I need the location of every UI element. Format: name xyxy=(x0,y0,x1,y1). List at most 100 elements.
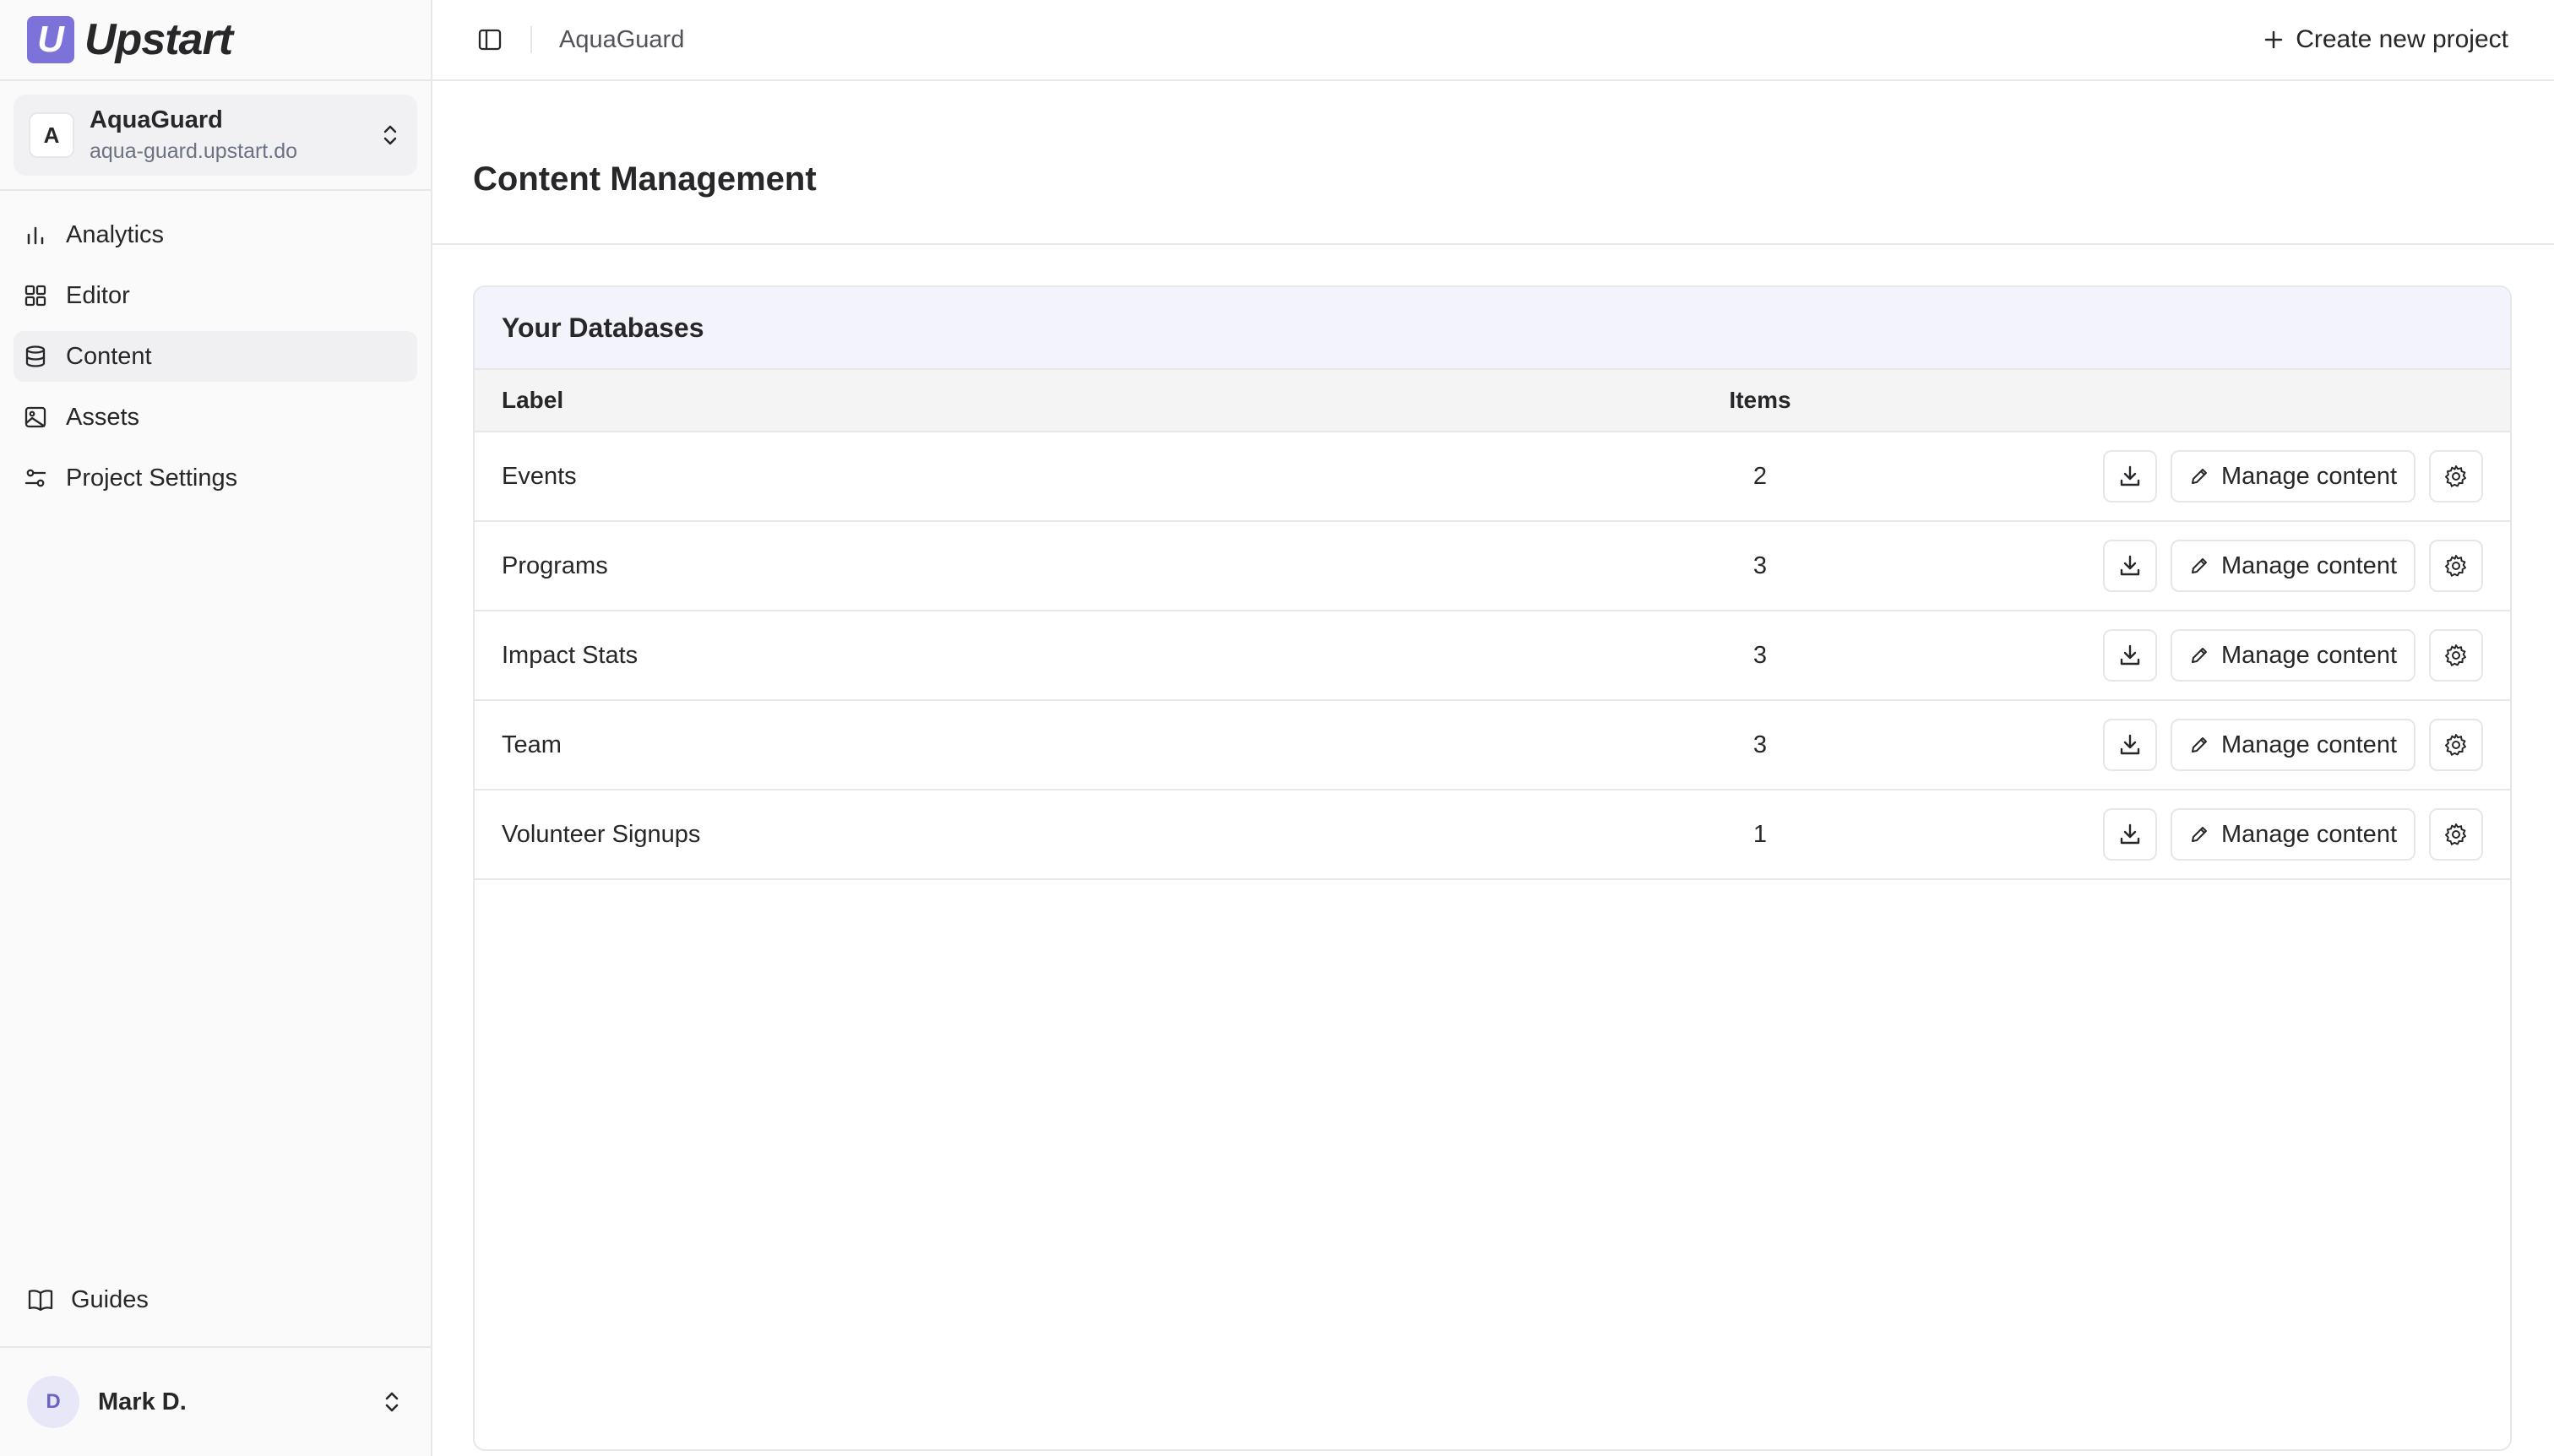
database-item-count: 3 xyxy=(1752,551,1768,579)
project-url: aqua-guard.upstart.do xyxy=(90,139,298,163)
download-button[interactable] xyxy=(2103,808,2158,861)
project-info: AquaGuard aqua-guard.upstart.do xyxy=(90,106,363,164)
chevrons-up-down-icon xyxy=(378,120,402,150)
manage-content-label: Manage content xyxy=(2221,551,2397,579)
gear-icon xyxy=(2445,465,2466,487)
guides-link[interactable]: Guides xyxy=(0,1272,431,1328)
sidebar-item-content[interactable]: Content xyxy=(14,331,417,382)
row-actions: Manage content xyxy=(1954,629,2483,682)
pencil-icon xyxy=(2192,737,2208,752)
sidebar-item-label: Analytics xyxy=(66,220,165,248)
database-item-count: 3 xyxy=(1752,641,1768,669)
download-button[interactable] xyxy=(2103,540,2158,592)
database-label: Team xyxy=(502,731,562,758)
column-header-items: Items xyxy=(1729,387,1791,413)
download-icon xyxy=(2120,734,2140,755)
download-icon xyxy=(2120,644,2140,666)
sidebar-item-label: Content xyxy=(66,342,152,370)
main-content: AquaGuard Create new project Content Man… xyxy=(432,0,2554,1456)
download-button[interactable] xyxy=(2103,719,2158,771)
guides-label: Guides xyxy=(71,1285,149,1313)
gear-icon xyxy=(2445,823,2466,845)
sidebar-item-label: Editor xyxy=(66,281,130,309)
sidebar-toggle-button[interactable] xyxy=(466,16,514,63)
logo-mark: U xyxy=(27,16,74,63)
pencil-icon xyxy=(2192,558,2208,573)
divider xyxy=(0,79,431,81)
logo-text: Upstart xyxy=(84,15,233,64)
download-icon xyxy=(2120,555,2140,576)
database-label: Impact Stats xyxy=(502,641,638,669)
databases-card-title: Your Databases xyxy=(502,312,704,343)
databases-card-header: Your Databases xyxy=(475,287,2510,370)
database-settings-button[interactable] xyxy=(2429,540,2483,592)
gear-icon xyxy=(2445,734,2466,756)
sidebar-item-label: Project Settings xyxy=(66,464,238,492)
pencil-icon xyxy=(2192,648,2208,663)
table-row: Volunteer Signups 1 Manage content xyxy=(475,790,2510,880)
panel-left-icon xyxy=(478,29,502,51)
app: U Upstart A AquaGuard aqua-guard.upstart… xyxy=(0,0,2554,1456)
row-actions: Manage content xyxy=(1954,450,2483,503)
chevrons-up-down-icon xyxy=(380,1387,404,1417)
gear-icon xyxy=(2445,555,2466,577)
project-switcher[interactable]: A AquaGuard aqua-guard.upstart.do xyxy=(14,95,417,176)
manage-content-button[interactable]: Manage content xyxy=(2171,808,2415,861)
table-header: Label Items xyxy=(475,370,2510,432)
table-row: Impact Stats 3 Manage content xyxy=(475,611,2510,701)
sidebar-footer: Guides D Mark D. xyxy=(0,1272,431,1456)
sidebar-item-analytics[interactable]: Analytics xyxy=(14,209,417,260)
download-button[interactable] xyxy=(2103,629,2158,682)
bar-chart-icon xyxy=(22,221,49,248)
download-button[interactable] xyxy=(2103,450,2158,503)
sidebar-item-editor[interactable]: Editor xyxy=(14,270,417,321)
grid-icon xyxy=(22,282,49,309)
divider xyxy=(530,26,532,53)
database-settings-button[interactable] xyxy=(2429,719,2483,771)
manage-content-label: Manage content xyxy=(2221,820,2397,848)
manage-content-button[interactable]: Manage content xyxy=(2171,629,2415,682)
manage-content-label: Manage content xyxy=(2221,641,2397,669)
project-name: AquaGuard xyxy=(90,106,223,133)
database-item-count: 2 xyxy=(1752,462,1768,490)
database-settings-button[interactable] xyxy=(2429,808,2483,861)
logo[interactable]: U Upstart xyxy=(0,0,431,79)
plus-icon xyxy=(2263,30,2284,50)
user-name: Mark D. xyxy=(98,1388,187,1415)
database-item-count: 1 xyxy=(1752,820,1768,848)
database-settings-button[interactable] xyxy=(2429,450,2483,503)
avatar: D xyxy=(27,1376,79,1428)
project-avatar: A xyxy=(29,112,74,158)
databases-card: Your Databases Label Items Events 2 Mana… xyxy=(473,285,2512,1451)
sidebar-item-assets[interactable]: Assets xyxy=(14,392,417,443)
row-actions: Manage content xyxy=(1954,719,2483,771)
create-new-project-label: Create new project xyxy=(2296,25,2508,53)
database-icon xyxy=(22,343,49,370)
database-label: Events xyxy=(502,462,577,490)
table-body: Events 2 Manage content Programs 3 Manag… xyxy=(475,432,2510,880)
topbar: AquaGuard Create new project xyxy=(432,0,2554,81)
sidebar-item-label: Assets xyxy=(66,403,140,431)
table-row: Programs 3 Manage content xyxy=(475,522,2510,611)
user-menu[interactable]: D Mark D. xyxy=(0,1346,431,1456)
sidebar-nav: Analytics Editor Content Assets Project … xyxy=(0,191,431,503)
download-icon xyxy=(2120,465,2140,486)
sidebar-item-project-settings[interactable]: Project Settings xyxy=(14,453,417,503)
manage-content-button[interactable]: Manage content xyxy=(2171,719,2415,771)
manage-content-button[interactable]: Manage content xyxy=(2171,540,2415,592)
database-item-count: 3 xyxy=(1752,731,1768,758)
sliders-icon xyxy=(22,465,49,492)
database-settings-button[interactable] xyxy=(2429,629,2483,682)
row-actions: Manage content xyxy=(1954,540,2483,592)
page-header: Content Management xyxy=(432,81,2554,245)
pencil-icon xyxy=(2192,827,2208,842)
manage-content-label: Manage content xyxy=(2221,731,2397,758)
book-open-icon xyxy=(27,1288,54,1312)
pencil-icon xyxy=(2192,469,2208,484)
breadcrumb[interactable]: AquaGuard xyxy=(559,26,2263,54)
manage-content-label: Manage content xyxy=(2221,462,2397,490)
create-new-project-button[interactable]: Create new project xyxy=(2263,25,2508,54)
database-label: Volunteer Signups xyxy=(502,820,701,848)
image-icon xyxy=(22,404,49,431)
manage-content-button[interactable]: Manage content xyxy=(2171,450,2415,503)
